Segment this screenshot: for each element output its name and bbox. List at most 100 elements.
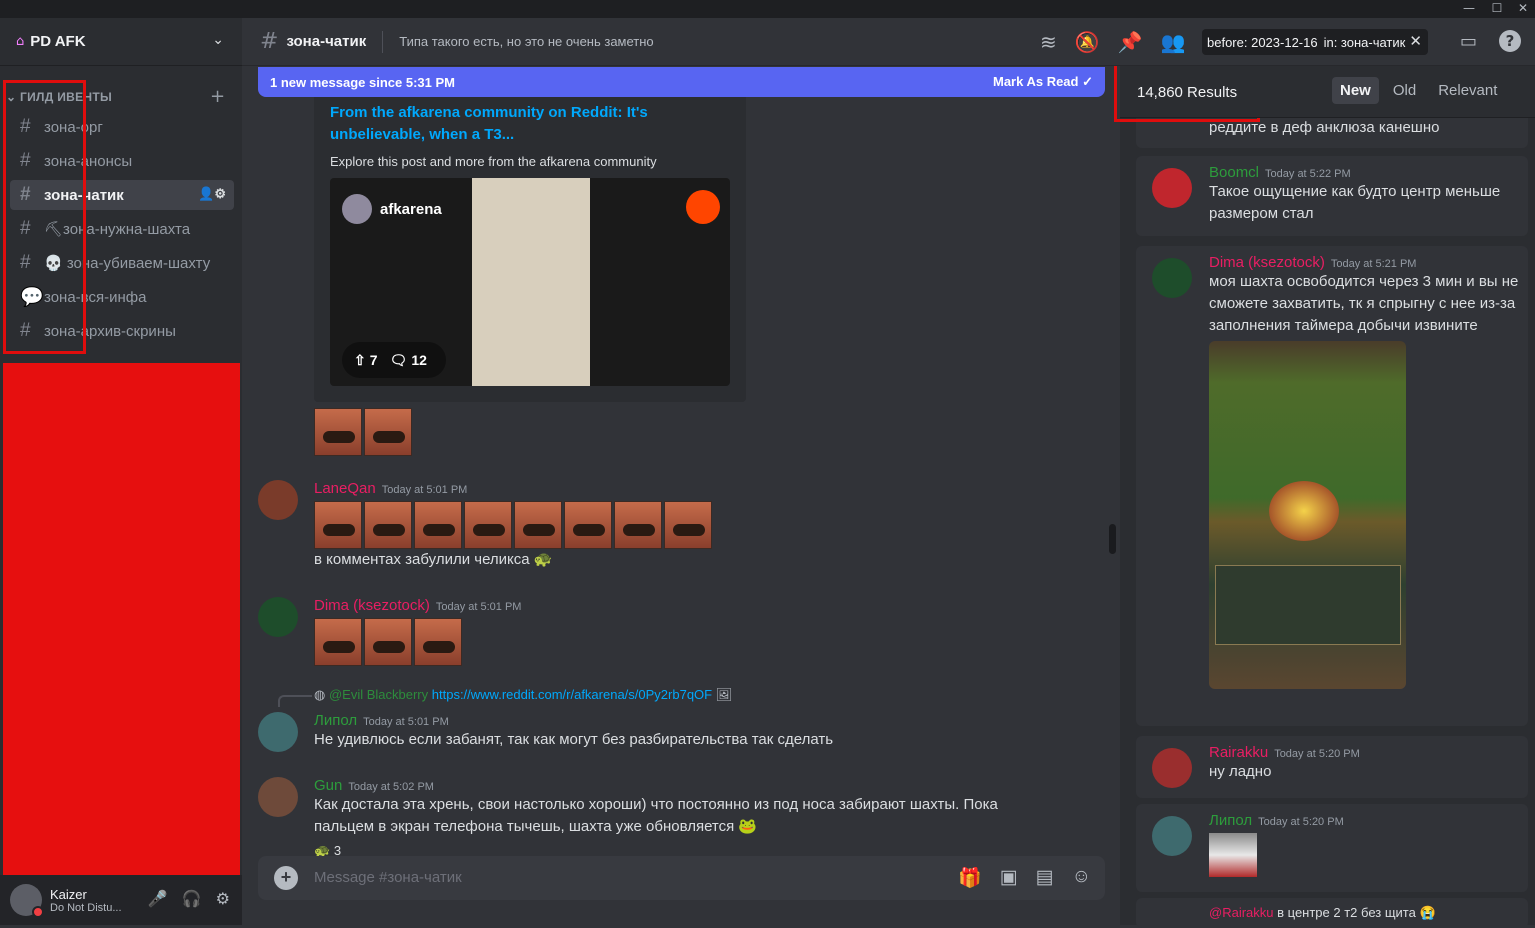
close-window-icon[interactable]: ✕ — [1508, 0, 1535, 18]
member-list-icon[interactable]: 👥 — [1161, 30, 1186, 54]
hash-icon: # — [260, 29, 279, 54]
emote[interactable] — [414, 618, 462, 666]
invite-and-settings-icon[interactable]: 👤⚙ — [198, 186, 226, 202]
message-text: в комментах забулили челикса 🐢 — [314, 551, 553, 568]
upvote-icon: ⇧ — [354, 351, 366, 368]
add-channel-icon[interactable]: + — [210, 86, 225, 107]
embed-title[interactable]: From the afkarena community on Reddit: I… — [330, 102, 730, 146]
tab-old[interactable]: Old — [1385, 77, 1424, 104]
avatar[interactable] — [258, 777, 298, 817]
headphones-icon[interactable]: 🎧 — [182, 889, 202, 908]
server-name: PD AFK — [30, 33, 86, 50]
emote[interactable] — [314, 501, 362, 549]
avatar[interactable] — [1152, 258, 1192, 298]
reply-reference[interactable]: ◍ @Evil Blackberry https://www.reddit.co… — [314, 687, 732, 703]
channel-title: зона-чатик — [286, 33, 367, 50]
emote[interactable] — [614, 501, 662, 549]
reply-link[interactable]: https://www.reddit.com/r/afkarena/s/0Py2… — [432, 687, 712, 702]
help-icon[interactable]: ? — [1499, 30, 1521, 52]
pin-icon[interactable]: 📌 — [1118, 30, 1143, 54]
subreddit-name: afkarena — [380, 200, 442, 218]
mark-as-read-button[interactable]: Mark As Read ✓ — [993, 74, 1093, 90]
result-card[interactable]: Rairakku Today at 5:20 PM ну ладно — [1136, 736, 1528, 798]
scrollbar[interactable] — [1109, 524, 1116, 554]
username: Kaizer — [50, 886, 87, 902]
reply-avatar-icon: ◍ — [314, 687, 326, 702]
new-messages-bar[interactable]: 1 new message since 5:31 PM Mark As Read… — [258, 67, 1105, 97]
reply-mention[interactable]: @Rairakku — [1209, 905, 1274, 920]
author-name[interactable]: Dima (ksezotock) — [1209, 254, 1325, 271]
gift-icon[interactable]: 🎁 — [958, 866, 982, 890]
emote[interactable] — [564, 501, 612, 549]
emote[interactable] — [514, 501, 562, 549]
author-name[interactable]: Липол — [1209, 812, 1252, 829]
author-name[interactable]: Липол — [314, 712, 357, 729]
emote[interactable] — [414, 501, 462, 549]
subreddit-icon — [342, 194, 372, 224]
reply-connector — [278, 695, 312, 707]
author-name[interactable]: Rairakku — [1209, 744, 1268, 761]
emote[interactable] — [314, 408, 362, 456]
search-token-before: before: 2023-12-16 — [1207, 34, 1318, 50]
comment-icon: 🗨 — [389, 351, 408, 368]
timestamp: Today at 5:21 PM — [1330, 258, 1417, 270]
avatar[interactable] — [10, 884, 44, 918]
minimap — [1215, 565, 1401, 645]
server-header[interactable]: ⌂ PD AFK ⌄ — [0, 18, 242, 66]
game-screenshot[interactable] — [1209, 341, 1406, 689]
reply-author[interactable]: @Evil Blackberry — [329, 687, 428, 702]
emoji-icon[interactable]: ☺ — [1072, 866, 1091, 890]
result-card[interactable]: Boomcl Today at 5:22 PM Такое ощущение ка… — [1136, 156, 1528, 236]
tab-new[interactable]: New — [1332, 77, 1379, 104]
result-card[interactable]: Dima (ksezotock) Today at 5:21 PM моя шах… — [1136, 246, 1528, 726]
emote[interactable] — [364, 618, 412, 666]
author-name[interactable]: LaneQan — [314, 480, 376, 497]
emote[interactable] — [364, 501, 412, 549]
message-input[interactable]: Message #зона-чатик — [314, 869, 462, 886]
highlight-box — [3, 80, 86, 354]
result-card[interactable]: @Rairakku в центре 2 т2 без щита 😭 — [1136, 898, 1528, 928]
channel-header: # зона-чатик Типа такого есть, но это не… — [242, 18, 1535, 66]
dnd-status-icon — [32, 906, 44, 918]
result-card[interactable]: Липол Today at 5:20 PM — [1136, 804, 1528, 892]
avatar[interactable] — [258, 712, 298, 752]
avatar[interactable] — [258, 480, 298, 520]
clear-search-icon[interactable]: ✕ — [1409, 32, 1422, 50]
minimize-icon[interactable]: — — [1454, 0, 1484, 18]
emote[interactable] — [314, 618, 362, 666]
timestamp: Today at 5:20 PM — [1258, 816, 1344, 828]
mute-icon[interactable]: 🔕 — [1075, 30, 1100, 54]
avatar[interactable] — [258, 597, 298, 637]
message: Gun Today at 5:02 PM Как достала эта хрен… — [258, 777, 1104, 862]
chevron-down-icon[interactable]: ⌄ — [212, 32, 224, 48]
user-panel: Kaizer Do Not Distu... 🎤 🎧 ⚙ — [0, 875, 242, 925]
search-input[interactable]: before: 2023-12-16 in: зона-чатик ✕ — [1202, 29, 1428, 55]
emote[interactable] — [364, 408, 412, 456]
threads-icon[interactable]: ≋ — [1040, 30, 1057, 54]
tab-relevant[interactable]: Relevant — [1430, 77, 1505, 104]
avatar[interactable] — [1152, 816, 1192, 856]
add-attachment-button[interactable]: + — [274, 866, 298, 890]
image-attachment[interactable] — [1209, 833, 1257, 877]
emote[interactable] — [664, 501, 712, 549]
sticker-icon[interactable]: ▤ — [1036, 866, 1054, 890]
embed-image[interactable]: afkarena ⇧ 7 🗨 12 — [330, 178, 730, 386]
microphone-icon[interactable]: 🎤 — [148, 889, 168, 908]
mark-as-read-label: Mark As Read — [992, 74, 1079, 89]
reply-text: в центре 2 т2 без щита 😭 — [1277, 905, 1436, 920]
author-name[interactable]: Gun — [314, 777, 342, 794]
channel-topic[interactable]: Типа такого есть, но это не очень заметн… — [399, 34, 653, 49]
timestamp: Today at 5:01 PM — [435, 601, 522, 613]
emote[interactable] — [464, 501, 512, 549]
avatar[interactable] — [1152, 748, 1192, 788]
link-embed: From the afkarena community on Reddit: I… — [314, 84, 746, 402]
user-info[interactable]: Kaizer Do Not Distu... — [50, 887, 122, 914]
search-token-in: in: зона-чатик — [1323, 34, 1406, 50]
author-name[interactable]: Dima (ksezotock) — [314, 597, 430, 614]
gif-icon[interactable]: ▣ — [1000, 866, 1018, 890]
inbox-icon[interactable]: ▭ — [1460, 31, 1477, 52]
avatar[interactable] — [1152, 168, 1192, 208]
map-center — [1269, 481, 1339, 541]
author-name[interactable]: Boomcl — [1209, 164, 1259, 181]
gear-icon[interactable]: ⚙ — [216, 889, 230, 908]
